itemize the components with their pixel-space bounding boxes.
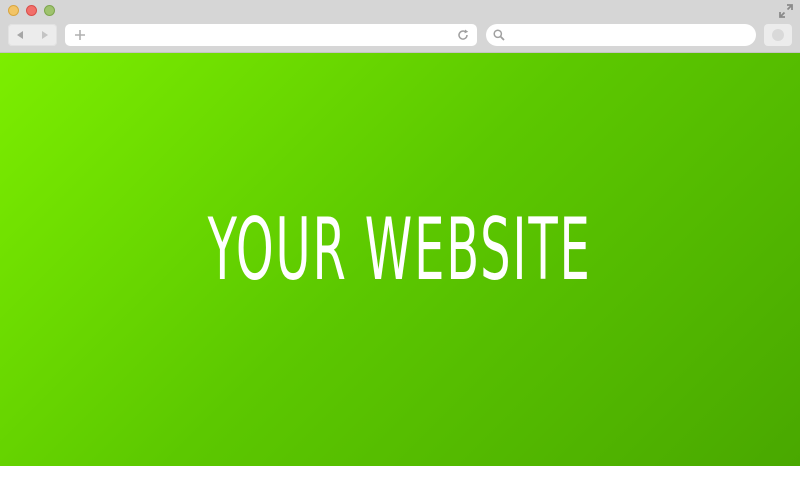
expand-arrows-icon[interactable] [779, 4, 793, 18]
browser-toolbar [0, 0, 800, 53]
back-arrow-icon [17, 31, 24, 39]
page-viewport: YOUR WEBSITE [0, 53, 800, 466]
plus-icon[interactable] [73, 28, 87, 42]
bottom-margin [0, 466, 800, 480]
search-icon [492, 28, 506, 42]
url-input[interactable] [93, 24, 443, 46]
zoom-button[interactable] [44, 5, 55, 16]
minimize-button[interactable] [8, 5, 19, 16]
forward-arrow-icon [41, 31, 48, 39]
close-button[interactable] [26, 5, 37, 16]
reload-icon[interactable] [456, 28, 470, 42]
page-title: YOUR WEBSITE [207, 199, 593, 300]
address-bar[interactable] [65, 24, 477, 46]
forward-button[interactable] [38, 28, 52, 42]
search-bar[interactable] [486, 24, 756, 46]
navigation-buttons [8, 24, 57, 46]
extension-button[interactable] [764, 24, 792, 46]
circle-button-icon [772, 29, 784, 41]
back-button[interactable] [13, 28, 27, 42]
search-input[interactable] [510, 24, 746, 46]
browser-window: YOUR WEBSITE [0, 0, 800, 480]
window-controls [8, 5, 55, 16]
